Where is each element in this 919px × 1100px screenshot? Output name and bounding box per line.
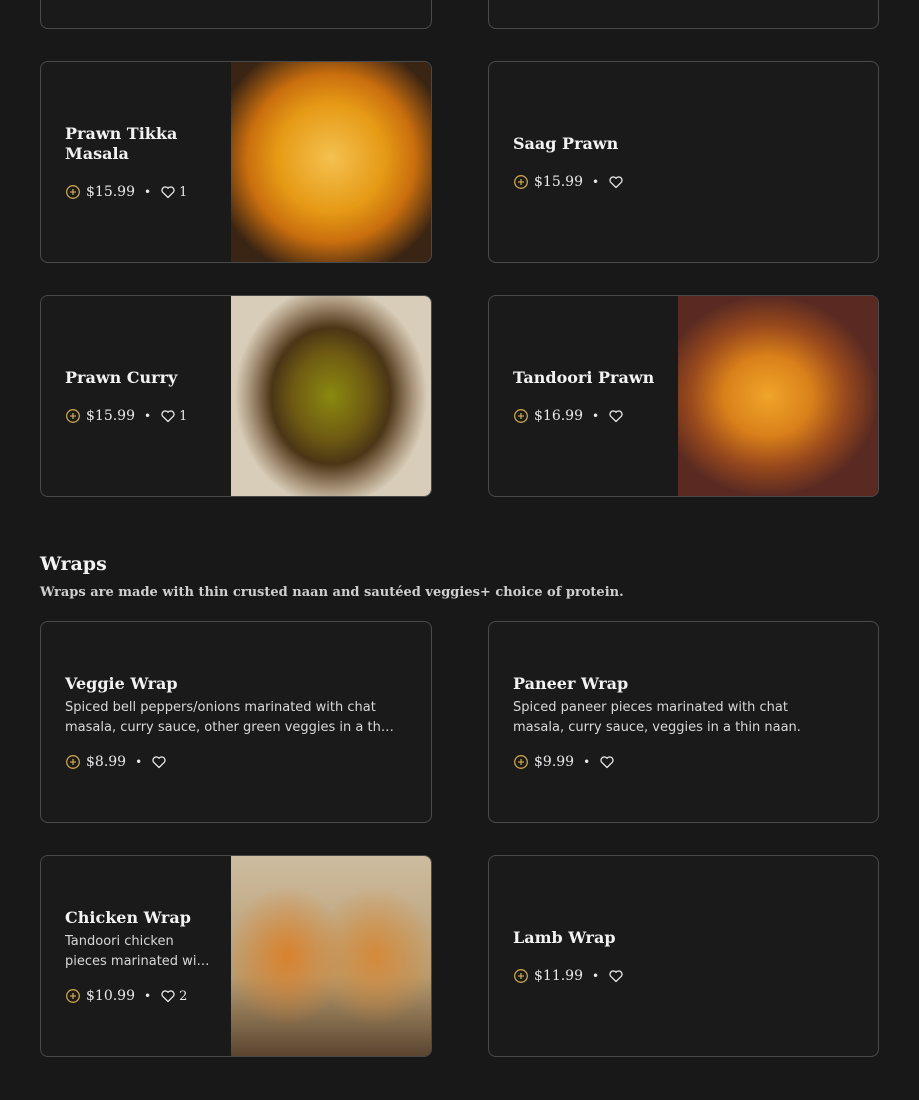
separator-dot: • <box>135 755 143 769</box>
heart-icon[interactable] <box>608 408 624 424</box>
menu-item-card[interactable]: Paneer Wrap Spiced paneer pieces marinat… <box>488 621 879 823</box>
item-description: Tandoori chicken pieces marinated with c… <box>65 934 210 969</box>
item-photo <box>231 856 431 1056</box>
separator-dot: • <box>144 185 152 199</box>
item-price: $15.99 <box>86 408 135 424</box>
separator-dot: • <box>592 969 600 983</box>
heart-icon[interactable] <box>608 174 624 190</box>
item-price: $11.99 <box>534 968 583 984</box>
item-name: Veggie Wrap <box>65 674 178 693</box>
item-meta: $15.99 • 1 <box>65 408 225 424</box>
separator-dot: • <box>592 409 600 423</box>
item-photo <box>231 62 431 262</box>
item-name: Saag Prawn <box>513 134 619 153</box>
item-meta: $8.99 • <box>65 754 395 770</box>
menu-item-card[interactable]: Veggie Wrap Spiced bell peppers/onions m… <box>40 621 432 823</box>
plus-circle-icon[interactable] <box>513 174 529 190</box>
like-count: 1 <box>179 184 188 200</box>
menu-item-card[interactable]: Lamb Wrap $11.99 • <box>488 855 879 1057</box>
item-price: $16.99 <box>534 408 583 424</box>
item-price: $15.99 <box>534 174 583 190</box>
section-title: Wraps <box>40 553 107 575</box>
menu-item-card[interactable]: Prawn Curry $15.99 • 1 <box>40 295 432 497</box>
item-name: Prawn Tikka Masala <box>65 124 178 163</box>
item-name: Paneer Wrap <box>513 674 629 693</box>
menu-item-card[interactable]: Tandoori Prawn $16.99 • <box>488 295 879 497</box>
item-meta: $11.99 • <box>513 968 853 984</box>
item-description: Spiced paneer pieces marinated with chat… <box>513 700 801 735</box>
item-meta: $15.99 • <box>513 174 853 190</box>
menu-item-card[interactable] <box>40 0 432 29</box>
menu-item-card[interactable]: Chicken Wrap Tandoori chicken pieces mar… <box>40 855 432 1057</box>
menu-item-card[interactable]: Saag Prawn $15.99 • <box>488 61 879 263</box>
item-price: $15.99 <box>86 184 135 200</box>
plus-circle-icon[interactable] <box>513 408 529 424</box>
separator-dot: • <box>144 409 152 423</box>
heart-icon[interactable] <box>160 988 176 1004</box>
item-meta: $10.99 • 2 <box>65 988 210 1004</box>
plus-circle-icon[interactable] <box>65 988 81 1004</box>
item-description: Spiced bell peppers/onions marinated wit… <box>65 700 393 735</box>
heart-icon[interactable] <box>160 184 176 200</box>
item-price: $8.99 <box>86 754 127 770</box>
section-description: Wraps are made with thin crusted naan an… <box>40 585 624 600</box>
heart-icon[interactable] <box>608 968 624 984</box>
separator-dot: • <box>592 175 600 189</box>
like-count: 2 <box>179 988 188 1004</box>
plus-circle-icon[interactable] <box>65 184 81 200</box>
item-photo <box>231 296 431 496</box>
item-price: $10.99 <box>86 988 135 1004</box>
menu-item-card[interactable]: Prawn Tikka Masala $15.99 • 1 <box>40 61 432 263</box>
item-meta: $16.99 • <box>513 408 673 424</box>
separator-dot: • <box>583 755 591 769</box>
item-price: $9.99 <box>534 754 575 770</box>
plus-circle-icon[interactable] <box>513 754 529 770</box>
item-name: Lamb Wrap <box>513 928 616 947</box>
item-name: Chicken Wrap <box>65 908 191 927</box>
heart-icon[interactable] <box>151 754 167 770</box>
plus-circle-icon[interactable] <box>513 968 529 984</box>
plus-circle-icon[interactable] <box>65 754 81 770</box>
heart-icon[interactable] <box>599 754 615 770</box>
item-meta: $15.99 • 1 <box>65 184 225 200</box>
heart-icon[interactable] <box>160 408 176 424</box>
item-meta: $9.99 • <box>513 754 843 770</box>
item-name: Tandoori Prawn <box>513 368 655 387</box>
item-photo <box>678 296 878 496</box>
like-count: 1 <box>179 408 188 424</box>
item-name: Prawn Curry <box>65 368 178 387</box>
menu-item-card[interactable] <box>488 0 879 29</box>
separator-dot: • <box>144 989 152 1003</box>
plus-circle-icon[interactable] <box>65 408 81 424</box>
